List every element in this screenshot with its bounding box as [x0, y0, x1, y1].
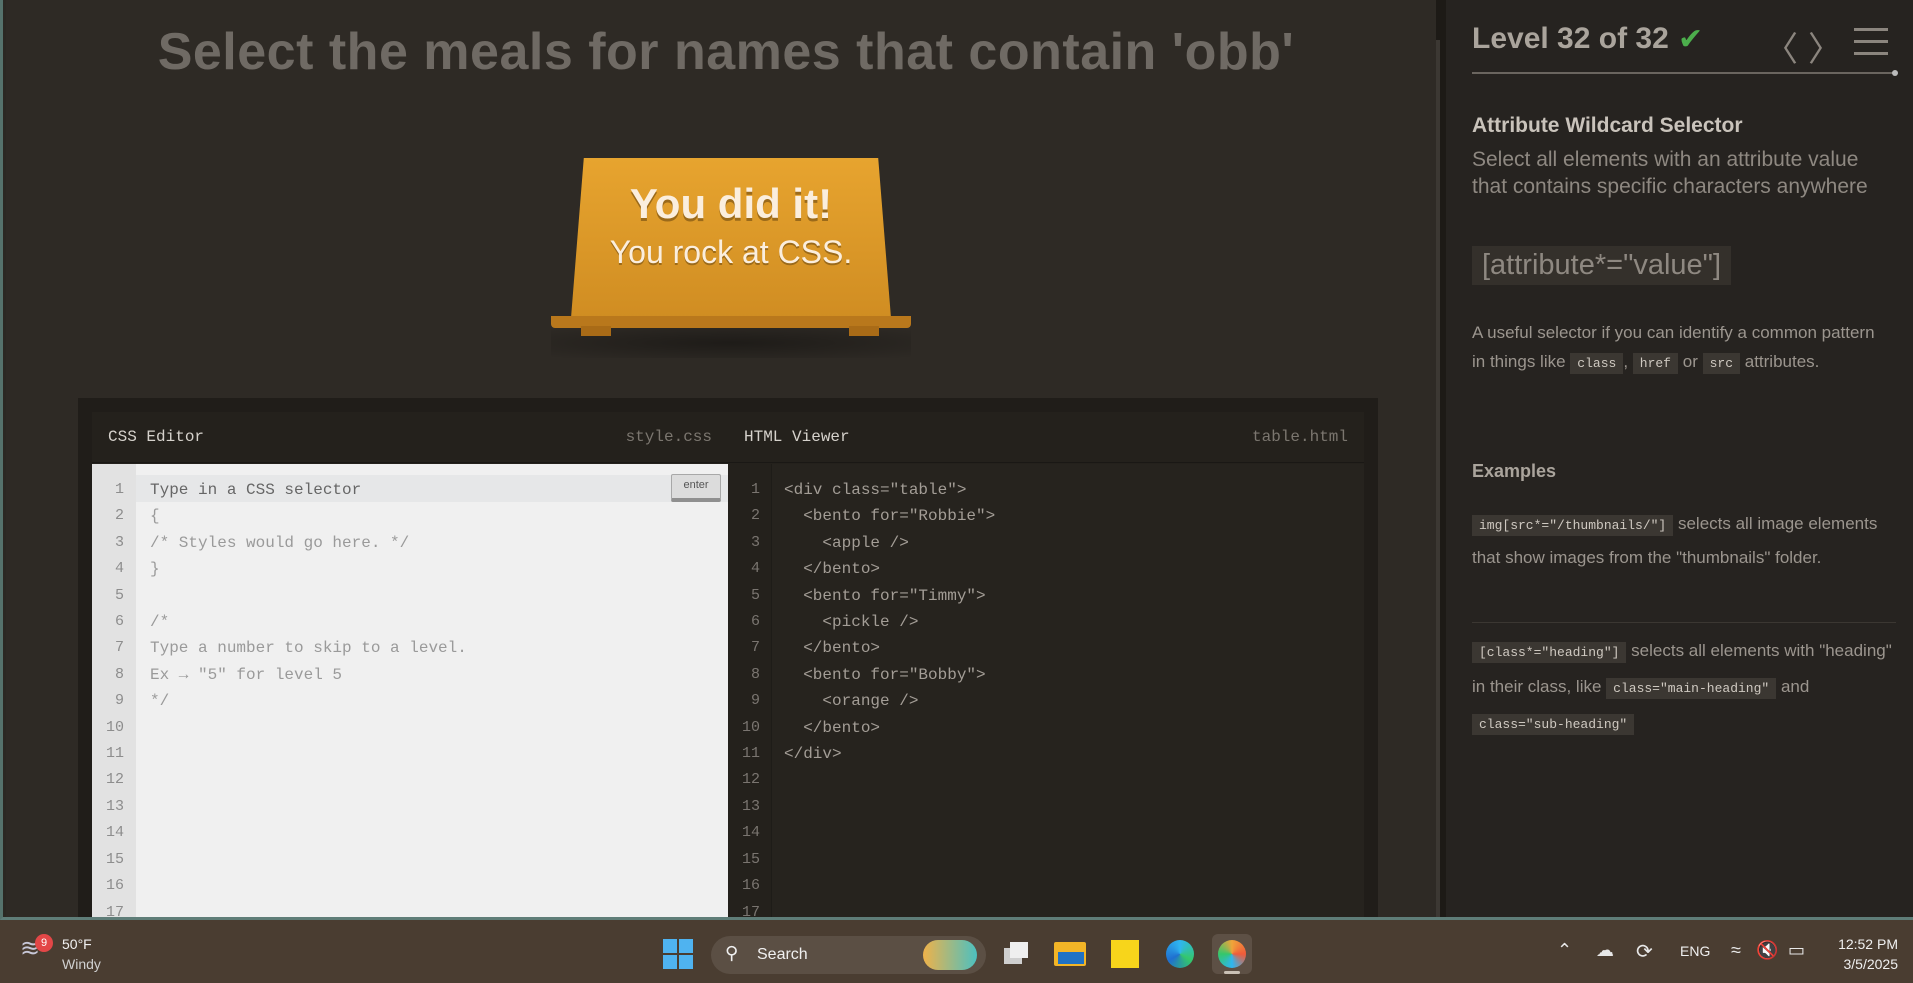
css-editor-body: 1 2 3 4 5 6 7 8 9 10 11 12 13 14 15 16 1… — [92, 464, 728, 917]
selector-hint: A useful selector if you can identify a … — [1472, 318, 1892, 378]
css-line-numbers: 1 2 3 4 5 6 7 8 9 10 11 12 13 14 15 16 1… — [105, 481, 124, 917]
css-code-line: /* Styles would go here. */ — [150, 533, 410, 552]
example-1: img[src*="/thumbnails/"] selects all ima… — [1472, 508, 1892, 574]
html-code-line[interactable]: <apple /> — [784, 530, 995, 556]
html-line-gutter: 1 2 3 4 5 6 7 8 9 10 11 12 13 14 15 16 1… — [728, 464, 772, 917]
html-code-line[interactable]: <bento for="Timmy"> — [784, 583, 995, 609]
html-code-line[interactable]: </bento> — [784, 556, 995, 582]
css-code-line: Ex → "5" for level 5 — [150, 665, 343, 684]
weather-badge: 9 — [35, 934, 53, 952]
css-code-line: /* — [150, 612, 170, 631]
weather-temperature[interactable]: 50°F — [62, 936, 92, 952]
html-line-numbers: 1 2 3 4 5 6 7 8 9 10 11 12 13 14 15 16 1… — [741, 481, 760, 917]
html-code: <div class="table"> <bento for="Robbie">… — [784, 477, 995, 767]
task-view-icon[interactable] — [996, 934, 1036, 974]
table-leg-right — [849, 326, 879, 336]
win-subtitle: You rock at CSS. — [609, 234, 853, 270]
enter-button[interactable]: enter — [671, 474, 721, 502]
cloud-offline-icon[interactable]: ☁ — [1596, 940, 1614, 961]
examples-title: Examples — [1472, 461, 1557, 481]
html-code-line[interactable]: </bento> — [784, 635, 995, 661]
css-code-line: } — [150, 560, 160, 579]
hint-text: , — [1623, 352, 1629, 371]
css-filename: style.css — [625, 428, 712, 446]
hint-code: class — [1570, 353, 1624, 374]
example-code: [class*="heading"] — [1472, 642, 1627, 663]
previous-level-icon[interactable]: 〈 — [1764, 22, 1798, 71]
html-filename: table.html — [1251, 428, 1348, 446]
editor-panel: CSS Editor style.css HTML Viewer table.h… — [78, 398, 1378, 917]
taskbar-search[interactable]: ⚲ Search — [711, 936, 986, 974]
selector-syntax: [attribute*="value"] — [1472, 246, 1732, 285]
css-editor-header: CSS Editor style.css — [92, 412, 728, 463]
css-code: Type in a CSS selector { /* Styles would… — [150, 477, 467, 715]
html-viewer-body: 1 2 3 4 5 6 7 8 9 10 11 12 13 14 15 16 1… — [728, 464, 1364, 917]
example-code: class="sub-heading" — [1472, 714, 1635, 735]
search-label: Search — [757, 946, 808, 963]
html-code-line[interactable]: <bento for="Bobby"> — [784, 662, 995, 688]
css-selector-input[interactable]: Type in a CSS selector — [150, 477, 467, 503]
battery-icon[interactable]: ▭ — [1788, 940, 1805, 961]
search-highlight-icon — [923, 940, 977, 970]
success-table: You did it! You rock at CSS. — [551, 158, 911, 358]
example-code: class="main-heading" — [1606, 678, 1777, 699]
weather-description[interactable]: Windy — [62, 956, 101, 972]
css-code-line: */ — [150, 692, 170, 711]
editor-inner: CSS Editor style.css HTML Viewer table.h… — [92, 412, 1364, 917]
level-sidebar: Level 32 of 32 ✔ 〈 〉 Attribute Wildcard … — [1446, 0, 1913, 917]
scrollbar[interactable] — [1436, 40, 1440, 917]
hint-text: or — [1682, 352, 1698, 371]
css-code-line: { — [150, 507, 160, 526]
start-icon[interactable] — [663, 939, 693, 969]
hint-code: href — [1632, 353, 1678, 374]
level-progress-bar — [1472, 72, 1896, 74]
example-text: and — [1780, 677, 1810, 696]
app-window: Select the meals for names that contain … — [0, 0, 1913, 920]
check-icon: ✔ — [1678, 23, 1704, 56]
clock-time[interactable]: 12:52 PM — [1832, 936, 1898, 952]
html-code-line[interactable]: <div class="table"> — [784, 477, 995, 503]
css-editor-title: CSS Editor — [108, 428, 205, 446]
example-code: img[src*="/thumbnails/"] — [1472, 515, 1674, 536]
html-code-line[interactable]: </div> — [784, 741, 995, 767]
taskbar: ≋ 9 50°F Windy ⚲ Search ⌃ ☁ ⟳ ENG ≈ 🔇 ▭ … — [0, 920, 1913, 983]
html-code-line[interactable]: <orange /> — [784, 688, 995, 714]
css-line-gutter: 1 2 3 4 5 6 7 8 9 10 11 12 13 14 15 16 1… — [92, 464, 136, 917]
html-code-line[interactable]: <bento for="Robbie"> — [784, 503, 995, 529]
table-leg-left — [581, 326, 611, 336]
css-code-line — [150, 583, 467, 609]
html-code-line[interactable]: <pickle /> — [784, 609, 995, 635]
html-viewer-title: HTML Viewer — [744, 428, 850, 446]
clock-date[interactable]: 3/5/2025 — [1832, 956, 1899, 972]
level-progress-dot — [1892, 70, 1898, 76]
sticky-notes-icon[interactable] — [1105, 934, 1145, 974]
html-viewer-header: HTML Viewer table.html — [728, 412, 1364, 463]
selector-title: Select all elements with an attribute va… — [1472, 148, 1868, 198]
hint-code: src — [1702, 353, 1740, 374]
file-explorer-icon[interactable] — [1050, 934, 1090, 974]
example-2: [class*="heading"] selects all elements … — [1472, 634, 1896, 742]
edge-canary-icon[interactable] — [1212, 934, 1252, 974]
css-code-line: Type a number to skip to a level. — [150, 639, 467, 658]
sync-icon[interactable]: ⟳ — [1636, 939, 1653, 964]
chevron-up-icon[interactable]: ⌃ — [1557, 940, 1572, 961]
game-area: Select the meals for names that contain … — [6, 0, 1436, 917]
edge-icon[interactable] — [1160, 934, 1200, 974]
search-icon: ⚲ — [725, 943, 739, 963]
hint-text: attributes. — [1744, 352, 1820, 371]
selector-name: Attribute Wildcard Selector — [1472, 114, 1743, 137]
example-divider — [1472, 622, 1896, 623]
win-title: You did it! — [629, 180, 833, 227]
volume-muted-icon[interactable]: 🔇 — [1756, 940, 1778, 961]
html-code-line[interactable]: </bento> — [784, 715, 995, 741]
menu-icon[interactable] — [1854, 28, 1888, 56]
next-level-icon[interactable]: 〉 — [1808, 22, 1842, 71]
wifi-icon[interactable]: ≈ — [1731, 940, 1741, 961]
level-instruction: Select the meals for names that contain … — [157, 23, 1295, 81]
level-label: Level 32 of 32 — [1472, 22, 1669, 55]
language-indicator[interactable]: ENG — [1680, 943, 1710, 959]
